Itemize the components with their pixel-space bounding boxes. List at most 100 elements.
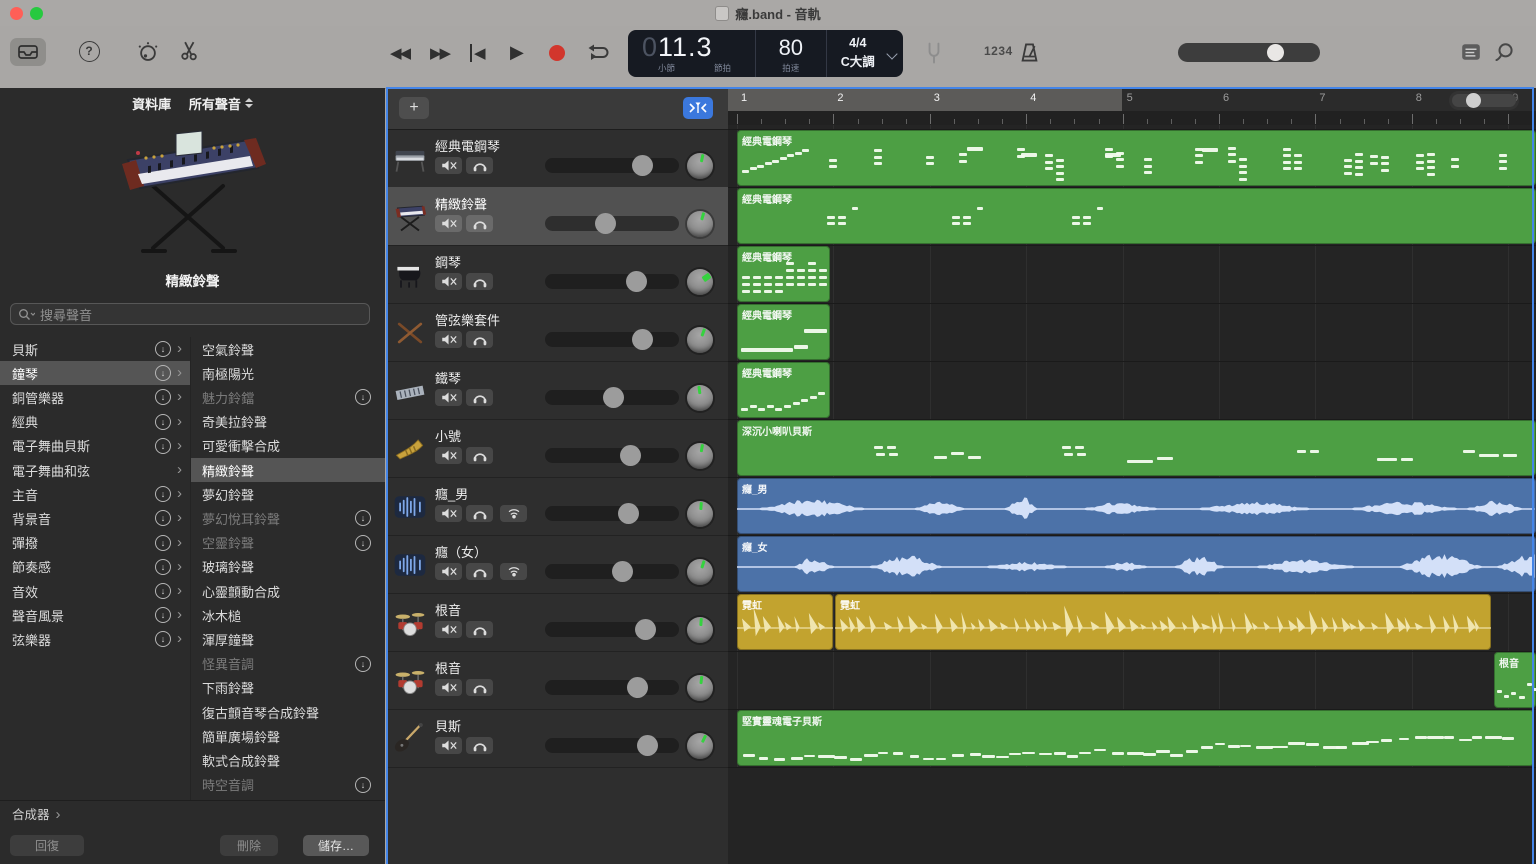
library-patch-item[interactable]: 軟式合成鈴聲 [190, 748, 385, 772]
zoom-slider[interactable] [1452, 94, 1516, 107]
region[interactable]: 霓虹 [835, 594, 1491, 650]
solo-button[interactable] [466, 389, 493, 406]
library-patch-item[interactable]: 玻璃鈴聲 [190, 555, 385, 579]
add-track-button[interactable]: + [399, 97, 429, 119]
region[interactable]: 深沉小喇叭貝斯 [737, 420, 1536, 476]
track-header[interactable]: 癮_男 [387, 477, 728, 536]
solo-button[interactable] [466, 679, 493, 696]
pan-knob[interactable] [687, 327, 713, 353]
pan-knob[interactable] [687, 617, 713, 643]
library-category-item[interactable]: 節奏感 ↓› [0, 555, 190, 579]
region[interactable]: 霓虹 [737, 594, 833, 650]
mute-button[interactable] [435, 389, 462, 406]
library-patch-item[interactable]: 南極陽光 [190, 361, 385, 385]
input-monitor-button[interactable] [500, 505, 527, 522]
volume-thumb[interactable] [632, 155, 653, 176]
library-category-item[interactable]: 主音 ↓› [0, 482, 190, 506]
library-category-item[interactable]: 彈撥 ↓› [0, 531, 190, 555]
track-header[interactable]: 根音 [387, 593, 728, 652]
region[interactable]: 經典電鋼琴 [737, 130, 1536, 186]
help-button[interactable]: ? [78, 40, 100, 62]
solo-button[interactable] [466, 737, 493, 754]
mute-button[interactable] [435, 273, 462, 290]
library-category-item[interactable]: 貝斯 ↓› [0, 337, 190, 361]
mute-button[interactable] [435, 621, 462, 638]
library-patch-item[interactable]: 心靈顫動合成 [190, 579, 385, 603]
track-header[interactable]: 精緻鈴聲 [387, 187, 728, 246]
region[interactable]: 癮_男 [737, 478, 1536, 534]
library-category-item[interactable]: 銅管樂器 ↓› [0, 385, 190, 409]
track-header[interactable]: 貝斯 [387, 709, 728, 768]
tracks-area[interactable]: 經典電鋼琴 經典電鋼琴 經典電鋼琴 經典電鋼琴 經典電鋼琴 深沉小喇叭貝斯 癮_… [728, 88, 1536, 864]
region[interactable]: 癮_女 [737, 536, 1536, 592]
volume-thumb[interactable] [620, 445, 641, 466]
library-patch-item[interactable]: 可愛衝擊合成 [190, 434, 385, 458]
library-patch-item[interactable]: 空靈鈴聲↓ [190, 531, 385, 555]
region[interactable]: 經典電鋼琴 [737, 304, 830, 360]
library-patch-item[interactable]: 怪異音調↓ [190, 652, 385, 676]
solo-button[interactable] [466, 563, 493, 580]
volume-slider[interactable] [545, 390, 679, 405]
master-volume-slider[interactable] [1178, 43, 1320, 62]
loop-browser-button[interactable] [1494, 42, 1516, 62]
pan-knob[interactable] [687, 269, 713, 295]
solo-button[interactable] [466, 505, 493, 522]
library-patch-item[interactable]: 復古顫音琴合成鈴聲 [190, 700, 385, 724]
library-category-item[interactable]: 電子舞曲貝斯 ↓› [0, 434, 190, 458]
library-category-item[interactable]: 弦樂器 ↓› [0, 627, 190, 651]
input-monitor-button[interactable] [500, 563, 527, 580]
volume-slider[interactable] [545, 158, 679, 173]
region[interactable]: 根音 [1494, 652, 1536, 708]
volume-thumb[interactable] [627, 677, 648, 698]
region[interactable]: 經典電鋼琴 [737, 246, 830, 302]
count-in-button[interactable]: 1234 [984, 44, 1013, 58]
pan-knob[interactable] [687, 559, 713, 585]
solo-button[interactable] [466, 273, 493, 290]
pan-knob[interactable] [687, 733, 713, 759]
time-ruler[interactable]: 123456789 [728, 88, 1536, 125]
region[interactable]: 經典電鋼琴 [737, 362, 830, 418]
volume-thumb[interactable] [612, 561, 633, 582]
volume-thumb[interactable] [618, 503, 639, 524]
pan-knob[interactable] [687, 211, 713, 237]
library-toggle-button[interactable] [10, 38, 46, 66]
library-patch-item[interactable]: 時空音調↓ [190, 773, 385, 797]
mute-button[interactable] [435, 679, 462, 696]
volume-slider[interactable] [545, 738, 679, 753]
revert-button[interactable]: 回復 [10, 835, 84, 856]
volume-thumb[interactable] [632, 329, 653, 350]
pan-knob[interactable] [687, 501, 713, 527]
library-category-item[interactable]: 鐘琴 ↓› [0, 361, 190, 385]
library-patch-item[interactable]: 空氣鈴聲 [190, 337, 385, 361]
zoom-thumb[interactable] [1466, 93, 1481, 108]
library-category-item[interactable]: 背景音 ↓› [0, 506, 190, 530]
track-header[interactable]: 管弦樂套件 [387, 303, 728, 362]
track-header[interactable]: 鋼琴 [387, 245, 728, 304]
library-patch-item[interactable]: 渾厚鐘聲 [190, 627, 385, 651]
track-header[interactable]: 癮（女） [387, 535, 728, 594]
volume-slider[interactable] [545, 274, 679, 289]
track-header[interactable]: 經典電鋼琴 [387, 129, 728, 188]
library-patch-item[interactable]: 下雨鈴聲 [190, 676, 385, 700]
delete-button[interactable]: 刪除 [220, 835, 278, 856]
region[interactable]: 經典電鋼琴 [737, 188, 1536, 244]
pan-knob[interactable] [687, 385, 713, 411]
volume-thumb[interactable] [637, 735, 658, 756]
pan-knob[interactable] [687, 153, 713, 179]
library-category-item[interactable]: 電子舞曲和弦 › [0, 458, 190, 482]
volume-slider[interactable] [545, 564, 679, 579]
editors-button[interactable] [178, 39, 201, 62]
volume-slider[interactable] [545, 216, 679, 231]
volume-slider[interactable] [545, 506, 679, 521]
catch-playhead-button[interactable] [683, 97, 713, 119]
pan-knob[interactable] [687, 675, 713, 701]
volume-thumb[interactable] [1267, 44, 1284, 61]
fast-forward-button[interactable]: ▶▶ [430, 44, 449, 62]
mute-button[interactable] [435, 447, 462, 464]
metronome-button[interactable] [1018, 41, 1041, 64]
library-patch-item[interactable]: 簡單廣場鈴聲 [190, 724, 385, 748]
region[interactable]: 堅實靈魂電子貝斯 [737, 710, 1534, 766]
volume-thumb[interactable] [595, 213, 616, 234]
smart-controls-button[interactable] [136, 40, 160, 64]
mute-button[interactable] [435, 563, 462, 580]
